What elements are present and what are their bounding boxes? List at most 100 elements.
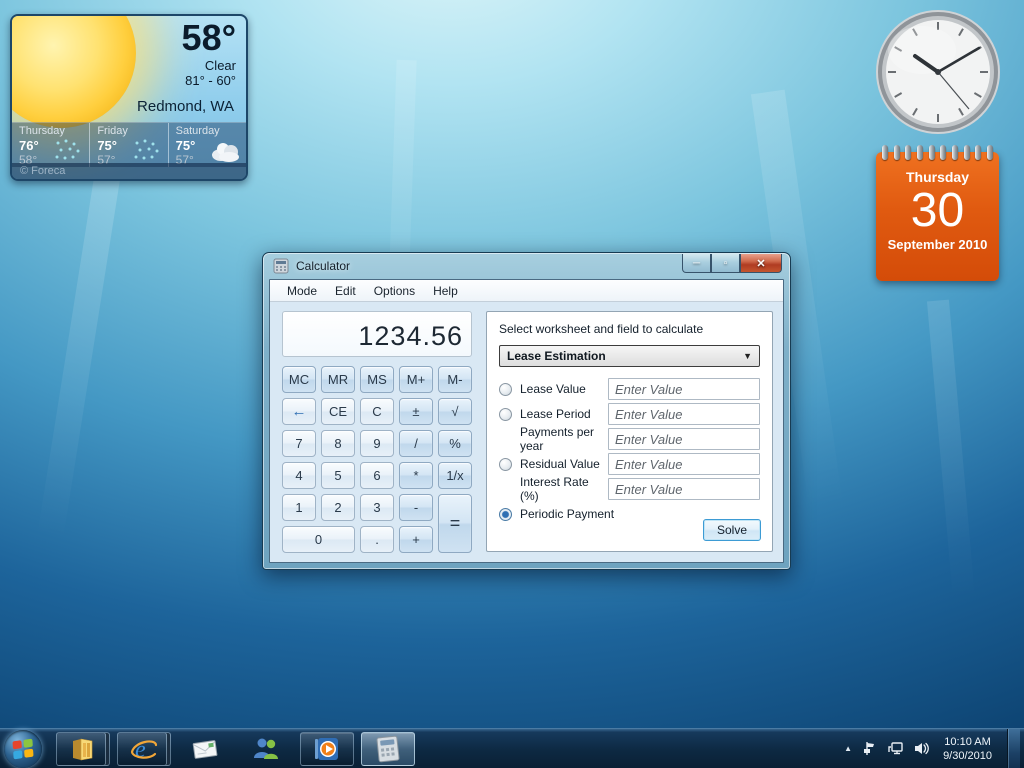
tray-time: 10:10 AM	[944, 735, 991, 748]
internet-explorer-icon: e	[130, 737, 158, 763]
key-9[interactable]: 9	[360, 430, 394, 457]
minimize-button[interactable]: ─	[682, 254, 711, 273]
taskbar-apps: e	[56, 731, 415, 766]
key-equals[interactable]: =	[438, 494, 472, 553]
calculator-icon	[376, 735, 400, 762]
key-multiply[interactable]: *	[399, 462, 433, 489]
taskbar-calculator[interactable]	[361, 731, 415, 766]
taskbar-mail[interactable]	[178, 732, 232, 766]
tray-date: 9/30/2010	[943, 749, 992, 762]
worksheet-selector[interactable]: Lease Estimation ▼	[499, 345, 760, 367]
key-5[interactable]: 5	[321, 462, 355, 489]
key-memory-add[interactable]: M+	[399, 366, 433, 393]
field-label: Lease Value	[520, 382, 586, 396]
key-memory-store[interactable]: MS	[360, 366, 394, 393]
forecast-day-name: Friday	[97, 125, 128, 137]
menu-bar: Mode Edit Options Help	[270, 280, 783, 302]
field-row-residual-value: Residual Value	[499, 452, 760, 476]
input-lease-period[interactable]	[608, 403, 760, 425]
radio-periodic-payment[interactable]	[499, 507, 512, 521]
radio-residual-value[interactable]	[499, 457, 512, 471]
desktop: 58° Clear 81° - 60° Redmond, WA Thursday…	[0, 0, 1024, 768]
start-button[interactable]	[0, 729, 46, 768]
field-label: Residual Value	[520, 457, 600, 471]
key-clear[interactable]: C	[360, 398, 394, 425]
calendar-day-number: 30	[910, 184, 965, 237]
calculator-display: 1234.56	[282, 311, 472, 357]
field-label: Interest Rate (%)	[520, 475, 589, 503]
network-icon[interactable]	[887, 740, 904, 757]
menu-help[interactable]: Help	[424, 280, 467, 302]
clock-gadget[interactable]	[874, 8, 1002, 136]
key-subtract[interactable]: -	[399, 494, 433, 521]
show-hidden-icons-button[interactable]: ▲	[844, 744, 852, 753]
key-sqrt[interactable]: √	[438, 398, 472, 425]
taskbar-internet-explorer[interactable]: e	[117, 731, 171, 766]
key-6[interactable]: 6	[360, 462, 394, 489]
input-lease-value[interactable]	[608, 378, 760, 400]
key-percent[interactable]: %	[438, 430, 472, 457]
rain-icon	[55, 139, 80, 160]
field-row-payments-per-year: Payments per year	[499, 425, 760, 453]
key-divide[interactable]: /	[399, 430, 433, 457]
key-memory-recall[interactable]: MR	[321, 366, 355, 393]
key-add[interactable]: +	[399, 526, 433, 553]
forecast-strip: Thursday 76° 58° Friday 75° 57° Saturday…	[12, 122, 246, 167]
forecast-day[interactable]: Friday 75° 57°	[89, 123, 167, 167]
volume-icon[interactable]	[913, 740, 930, 757]
title-bar[interactable]: Calculator ─ ▫ ✕	[263, 253, 790, 279]
key-memory-subtract[interactable]: M-	[438, 366, 472, 393]
key-4[interactable]: 4	[282, 462, 316, 489]
forecast-day[interactable]: Saturday 75° 57°	[167, 123, 246, 167]
key-negate[interactable]: ±	[399, 398, 433, 425]
calculator-icon	[273, 258, 289, 274]
input-payments-per-year[interactable]	[608, 428, 760, 450]
key-7[interactable]: 7	[282, 430, 316, 457]
input-interest-rate[interactable]	[608, 478, 760, 500]
weather-location: Redmond, WA	[137, 98, 234, 115]
input-residual-value[interactable]	[608, 453, 760, 475]
taskbar-windows-media-player[interactable]	[300, 731, 354, 766]
menu-edit[interactable]: Edit	[326, 280, 365, 302]
weather-gadget[interactable]: 58° Clear 81° - 60° Redmond, WA Thursday…	[10, 14, 248, 181]
solve-button[interactable]: Solve	[703, 519, 761, 541]
radio-lease-value[interactable]	[499, 382, 512, 396]
envelope-icon	[192, 739, 218, 759]
svg-text:e: e	[135, 737, 146, 763]
key-0[interactable]: 0	[282, 526, 355, 553]
show-desktop-button[interactable]	[1007, 728, 1020, 768]
windows-logo-icon	[4, 729, 42, 768]
key-reciprocal[interactable]: 1/x	[438, 462, 472, 489]
key-8[interactable]: 8	[321, 430, 355, 457]
calendar-spiral	[882, 145, 993, 160]
menu-mode[interactable]: Mode	[278, 280, 326, 302]
calendar-month-year: September 2010	[887, 237, 988, 252]
taskbar-messenger[interactable]	[239, 732, 293, 766]
calendar-weekday: Thursday	[905, 169, 969, 185]
key-3[interactable]: 3	[360, 494, 394, 521]
media-player-icon	[315, 737, 338, 760]
radio-lease-period[interactable]	[499, 407, 512, 421]
chevron-down-icon: ▼	[743, 351, 752, 361]
key-1[interactable]: 1	[282, 494, 316, 521]
key-2[interactable]: 2	[321, 494, 355, 521]
field-row-lease-value: Lease Value	[499, 377, 760, 401]
taskbar-clock[interactable]: 10:10 AM 9/30/2010	[943, 735, 992, 763]
key-clear-entry[interactable]: CE	[321, 398, 355, 425]
key-decimal[interactable]: .	[360, 526, 394, 553]
forecast-day[interactable]: Thursday 76° 58°	[12, 123, 89, 167]
calendar-gadget[interactable]: Thursday 30 September 2010	[876, 145, 999, 281]
rain-icon	[134, 139, 159, 160]
taskbar-windows-explorer[interactable]	[56, 731, 110, 766]
calculator-keys: MC MR MS M+ M- ← CE C ± √ 7 8 9 / % 4 5 …	[282, 366, 472, 553]
menu-options[interactable]: Options	[365, 280, 424, 302]
maximize-button[interactable]: ▫	[711, 254, 740, 273]
close-button[interactable]: ✕	[740, 254, 782, 273]
field-label: Lease Period	[520, 407, 591, 421]
field-row-lease-period: Lease Period	[499, 402, 760, 426]
light-ray	[37, 120, 129, 540]
key-backspace[interactable]: ←	[282, 398, 316, 425]
key-memory-clear[interactable]: MC	[282, 366, 316, 393]
sun-icon	[12, 16, 136, 128]
action-center-flag-icon[interactable]	[861, 740, 878, 757]
